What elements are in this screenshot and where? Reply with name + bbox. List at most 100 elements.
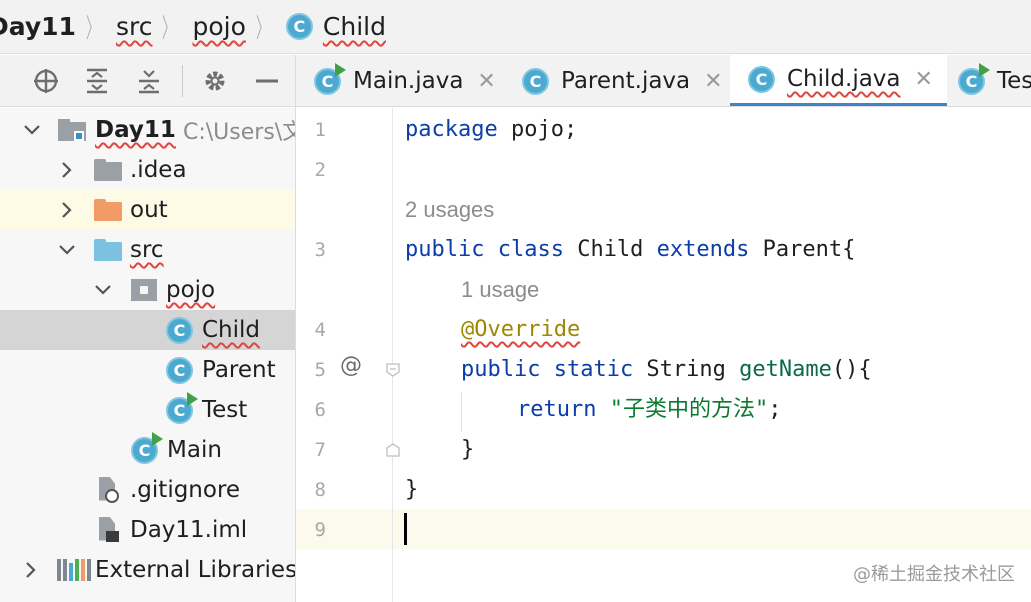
code-line-3: public class Child extends Parent{ (405, 237, 856, 262)
breadcrumb-label: src (115, 12, 153, 41)
breadcrumb-label: pojo (192, 12, 246, 41)
override-marker-icon[interactable]: @ (340, 353, 362, 378)
tab-main-java[interactable]: C Main.java ✕ (314, 55, 496, 106)
line-number: 8 (314, 479, 326, 501)
class-icon: C (166, 356, 193, 384)
expand-all-icon[interactable] (82, 66, 112, 96)
source-folder-icon (94, 239, 122, 261)
code-line-4: @Override (461, 317, 581, 342)
tree-item-label: Parent (202, 357, 276, 383)
minimize-icon[interactable] (252, 66, 282, 96)
tab-label: Child.java (787, 66, 901, 92)
libraries-icon (57, 559, 91, 581)
tree-item-child[interactable]: C Child (0, 310, 295, 350)
line-number: 6 (314, 399, 326, 421)
breadcrumb-item-project[interactable]: Day11 (0, 0, 76, 53)
tree-item-label: pojo (166, 277, 216, 303)
tab-label: Tes (997, 68, 1031, 94)
tree-item-label: Main (167, 437, 222, 463)
runnable-class-icon: C (314, 62, 346, 95)
tab-label: Main.java (353, 68, 464, 94)
collapse-all-icon[interactable] (134, 66, 164, 96)
tree-item-label: Child (202, 317, 261, 343)
usages-hint[interactable]: 1 usage (461, 270, 539, 310)
tree-item-iml[interactable]: Day11.iml (0, 510, 295, 550)
fold-start-icon[interactable] (385, 362, 401, 378)
tree-item-label: Test (202, 397, 248, 423)
line-number: 9 (314, 519, 326, 541)
folder-icon (94, 159, 122, 181)
line-number: 4 (314, 319, 326, 341)
code-line-7: } (461, 437, 475, 462)
locate-icon[interactable] (31, 66, 61, 96)
tree-item-label: src (130, 237, 164, 263)
close-icon[interactable]: ✕ (704, 69, 722, 94)
class-icon: C (748, 65, 775, 93)
close-icon[interactable]: ✕ (477, 69, 495, 94)
project-path: C:\Users\文 (183, 120, 295, 145)
tab-test-java[interactable]: C Tes (958, 55, 1031, 106)
tab-child-java[interactable]: C Child.java ✕ (730, 55, 947, 106)
text-cursor (404, 513, 407, 545)
chevron-right-icon[interactable] (57, 160, 77, 180)
tree-item-main[interactable]: C Main (0, 430, 295, 470)
tree-item-gitignore[interactable]: .gitignore (0, 470, 295, 510)
chevron-right-icon[interactable] (21, 560, 41, 580)
tree-item-label: .idea (130, 157, 187, 183)
breadcrumb-label: Child (322, 12, 386, 41)
class-icon: C (285, 13, 313, 40)
tree-item-out[interactable]: out (0, 190, 295, 230)
line-number: 7 (314, 439, 326, 461)
ignored-file-icon (97, 476, 119, 504)
chevron-down-icon[interactable] (57, 240, 77, 260)
breadcrumb-item-src[interactable]: src (116, 0, 153, 53)
tree-item-label: .gitignore (130, 477, 241, 503)
module-folder-icon (58, 119, 86, 141)
tree-item-src[interactable]: src (0, 230, 295, 270)
code-line-5: public static String getName(){ (461, 357, 872, 382)
chevron-down-icon[interactable] (93, 280, 113, 300)
tab-label: Parent.java (561, 68, 691, 94)
editor-tabs: C Main.java ✕ C Parent.java ✕ C Child.ja… (296, 55, 1031, 107)
tree-item-label: External Libraries (95, 557, 295, 583)
breadcrumb-label: Day11 (0, 12, 76, 41)
line-number: 3 (314, 239, 326, 261)
usages-hint[interactable]: 2 usages (405, 190, 494, 230)
code-line-1: package pojo; (405, 117, 578, 142)
breadcrumb-item-pojo[interactable]: pojo (192, 0, 245, 53)
indent-guide (461, 392, 462, 432)
toolbar-divider (182, 65, 183, 97)
fold-end-icon[interactable] (385, 442, 401, 458)
tree-item-external-libraries[interactable]: External Libraries (0, 550, 295, 590)
runnable-class-icon: C (131, 431, 163, 464)
line-number: 1 (314, 119, 326, 141)
tab-parent-java[interactable]: C Parent.java ✕ (522, 55, 723, 106)
code-line-8: } (405, 477, 419, 502)
chevron-right-icon[interactable] (57, 200, 77, 220)
navigation-breadcrumb: Day11 〉 src 〉 pojo 〉 C Child (0, 0, 1031, 54)
tree-item-pojo[interactable]: pojo (0, 270, 295, 310)
scratches-icon (57, 598, 79, 602)
gutter-separator (392, 108, 393, 602)
tree-item-label: Day11.iml (130, 517, 248, 543)
tree-item-parent[interactable]: C Parent (0, 350, 295, 390)
gear-icon[interactable] (200, 66, 230, 96)
tree-item-label: Day11 (95, 117, 176, 143)
tree-item-project-root[interactable]: Day11 C:\Users\文 (0, 110, 295, 150)
line-number: 5 (314, 359, 326, 381)
chevron-right-icon: 〉 (162, 14, 177, 44)
tree-item-label: out (130, 197, 168, 223)
project-tree: Day11 C:\Users\文 .idea out src pojo C Ch… (0, 108, 295, 602)
breadcrumb-item-child[interactable]: C Child (285, 0, 386, 53)
class-icon: C (522, 67, 549, 95)
line-number: 2 (314, 159, 326, 181)
project-toolbar (0, 55, 295, 107)
tree-item-idea[interactable]: .idea (0, 150, 295, 190)
module-file-icon (97, 516, 119, 544)
close-icon[interactable]: ✕ (915, 67, 933, 92)
chevron-down-icon[interactable] (22, 120, 42, 140)
class-icon: C (166, 316, 193, 344)
tree-item-partial (0, 590, 295, 602)
watermark: @稀土掘金技术社区 (853, 564, 1015, 585)
tree-item-test[interactable]: C Test (0, 390, 295, 430)
